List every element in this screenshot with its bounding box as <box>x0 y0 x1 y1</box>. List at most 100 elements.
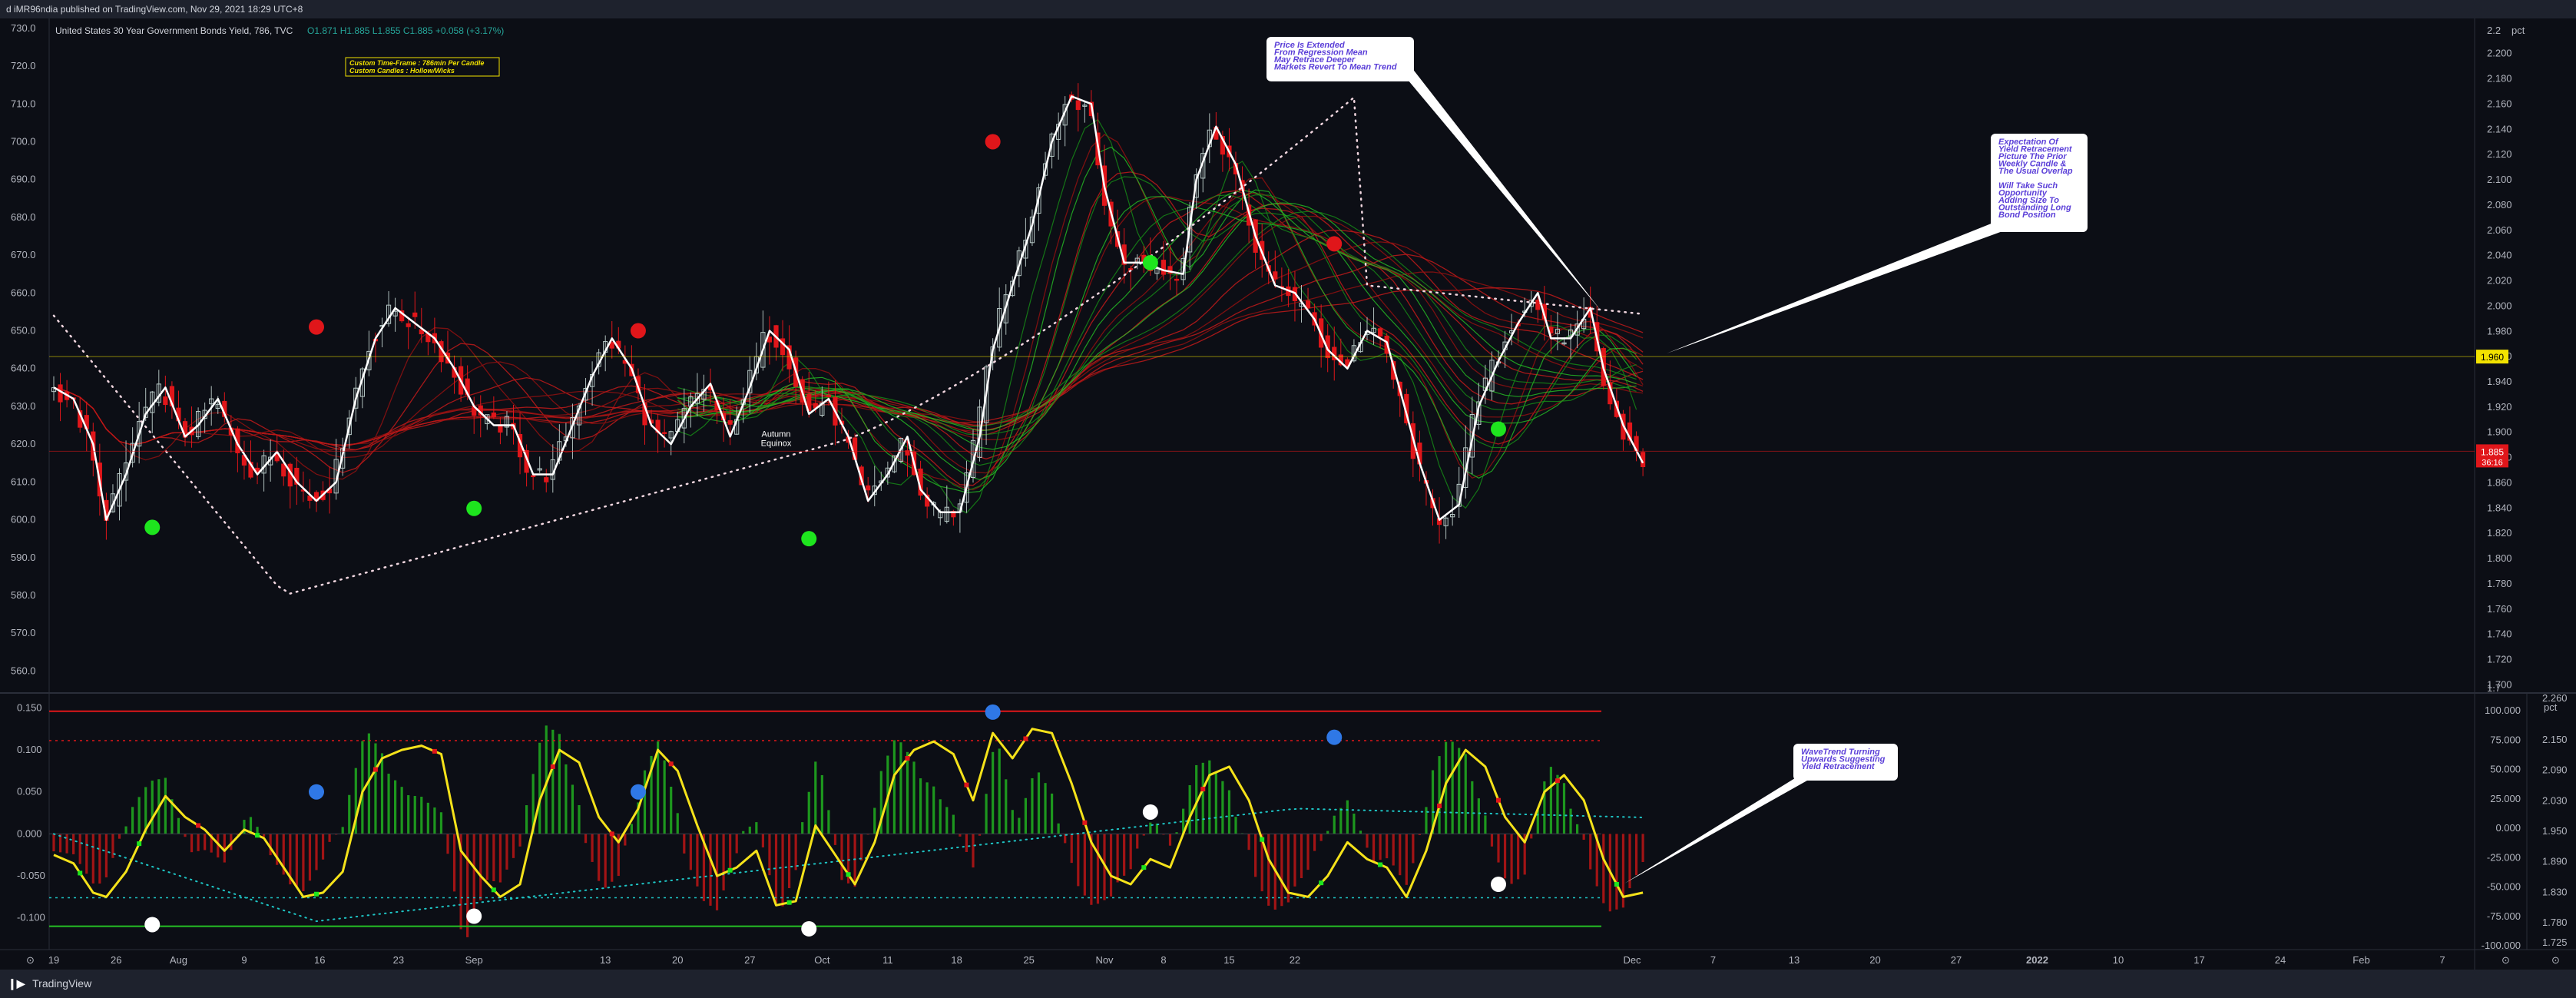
time-axis-tick: 16 <box>314 954 325 966</box>
osc-top-signal-dot <box>985 704 1001 720</box>
histogram-bar-up <box>124 826 127 834</box>
brand-name: TradingView <box>32 977 92 990</box>
cross-dot <box>550 764 555 769</box>
candle-body-down <box>1161 260 1167 275</box>
histogram-bar-down <box>1615 834 1618 910</box>
histogram-bar-down <box>315 834 318 870</box>
histogram-bar-up <box>380 753 384 834</box>
time-axis-tick: 13 <box>1789 954 1800 966</box>
histogram-bar-down <box>1582 834 1585 841</box>
right-price-tick: 1.900 <box>2487 426 2512 438</box>
cross-dot <box>609 831 614 837</box>
right-price-tick: 2.000 <box>2487 300 2512 311</box>
left-price-tick: 580.0 <box>11 589 36 601</box>
cross-dot <box>1082 820 1088 825</box>
histogram-bar-down <box>1405 834 1408 885</box>
histogram-bar-down <box>624 834 627 846</box>
candle-body-down <box>281 463 286 477</box>
time-axis-tick: 23 <box>393 954 404 966</box>
histogram-bar-up <box>571 784 574 834</box>
histogram-bar-up <box>177 817 180 834</box>
chart-canvas[interactable]: 730.0 720.0 710.0 700.0 690.0 680.0 670.0 660.0… <box>0 0 2576 970</box>
histogram-bar-down <box>466 834 469 937</box>
histogram-bar-up <box>374 743 377 834</box>
histogram-bar-up <box>663 760 666 834</box>
histogram-bar-up <box>551 729 555 834</box>
histogram-bar-down <box>446 834 449 854</box>
osc-bottom-signal-dot <box>466 908 482 924</box>
osc-far-right-tick: 1.830 <box>2542 886 2568 897</box>
histogram-bar-up <box>1227 790 1231 834</box>
histogram-bar-down <box>1254 834 1257 877</box>
histogram-bar-down <box>1267 834 1270 906</box>
histogram-bar-down <box>78 834 81 864</box>
histogram-bar-up <box>906 751 909 834</box>
histogram-bar-down <box>1497 834 1500 863</box>
ohlc-legend: O1.871 H1.885 L1.855 C1.885 +0.058 (+3.1… <box>307 25 504 36</box>
left-price-tick: 700.0 <box>11 135 36 147</box>
right-price-tick: 2.040 <box>2487 250 2512 261</box>
histogram-bar-down <box>1280 834 1283 907</box>
histogram-bar-down <box>1510 834 1513 884</box>
osc-left-tick: 0.000 <box>17 827 42 839</box>
callout-regression-mean-text: Markets Revert To Mean Trend <box>1274 63 1397 72</box>
cross-dot <box>905 756 910 761</box>
histogram-bar-down <box>1372 834 1376 862</box>
histogram-bar-up <box>387 774 390 834</box>
callout-wavetrend-pointer <box>1624 774 1813 884</box>
ribbon-line-green <box>677 189 1637 450</box>
price-close-line <box>53 95 1644 521</box>
histogram-bar-down <box>72 834 75 854</box>
candle-body-down <box>662 432 667 434</box>
osc-right-tick: -75.000 <box>2487 910 2521 922</box>
histogram-bar-down <box>485 834 488 880</box>
left-price-tick: 610.0 <box>11 476 36 487</box>
cross-dot <box>1319 880 1324 886</box>
right-price-tick: 1.720 <box>2487 654 2512 665</box>
time-axis-tick: 7 <box>1710 954 1716 966</box>
right-price-tick: 2.060 <box>2487 224 2512 236</box>
time-axis-tick: 19 <box>48 954 59 966</box>
histogram-bar-down <box>512 834 515 858</box>
right-price-corner-bottom: 1.7 <box>2487 682 2501 694</box>
osc-right-tick: 25.000 <box>2490 793 2521 804</box>
histogram-bar-up <box>814 761 817 834</box>
histogram-bar-up <box>1576 824 1579 834</box>
time-axis-tick: 25 <box>1023 954 1034 966</box>
histogram-bar-down <box>1517 834 1520 880</box>
callout-regression-mean-pointer <box>1404 68 1601 311</box>
buy-signal-dot <box>144 519 161 535</box>
histogram-bar-up <box>1562 783 1566 834</box>
histogram-bar-down <box>1602 834 1605 904</box>
osc-right-tick: -25.000 <box>2487 851 2521 863</box>
histogram-bar-down <box>302 834 305 892</box>
ribbon-line-green <box>677 146 1637 493</box>
histogram-bar-down <box>1634 834 1638 876</box>
time-axis-tick: Oct <box>814 954 830 966</box>
histogram-bar-down <box>794 834 797 870</box>
histogram-bar-down <box>197 834 200 851</box>
histogram-bar-down <box>1386 834 1389 859</box>
osc-left-tick: -0.100 <box>17 912 45 923</box>
histogram-bar-up <box>348 794 351 834</box>
cross-dot <box>1437 803 1442 808</box>
histogram-bar-down <box>860 834 863 861</box>
time-axis-tick: 20 <box>672 954 683 966</box>
histogram-bar-down <box>598 834 601 881</box>
right-price-tick: 1.820 <box>2487 527 2512 539</box>
right-price-tick: 2.020 <box>2487 275 2512 287</box>
ribbon-line-green <box>677 194 1637 436</box>
histogram-bar-down <box>479 834 482 900</box>
histogram-bar-up <box>578 804 581 834</box>
histogram-bar-down <box>1589 834 1592 870</box>
histogram-bar-up <box>630 824 633 834</box>
grid-layer <box>0 18 2576 970</box>
histogram-bar-up <box>1326 831 1329 834</box>
histogram-bar-up <box>1464 754 1467 834</box>
histogram-bar-up <box>1333 815 1336 834</box>
histogram-bar-down <box>696 834 699 887</box>
osc-top-signal-dot <box>309 784 324 800</box>
timezone-icon: ⊙ <box>26 954 35 966</box>
histogram-bar-up <box>1031 778 1034 834</box>
right-price-tick: 1.980 <box>2487 325 2512 337</box>
